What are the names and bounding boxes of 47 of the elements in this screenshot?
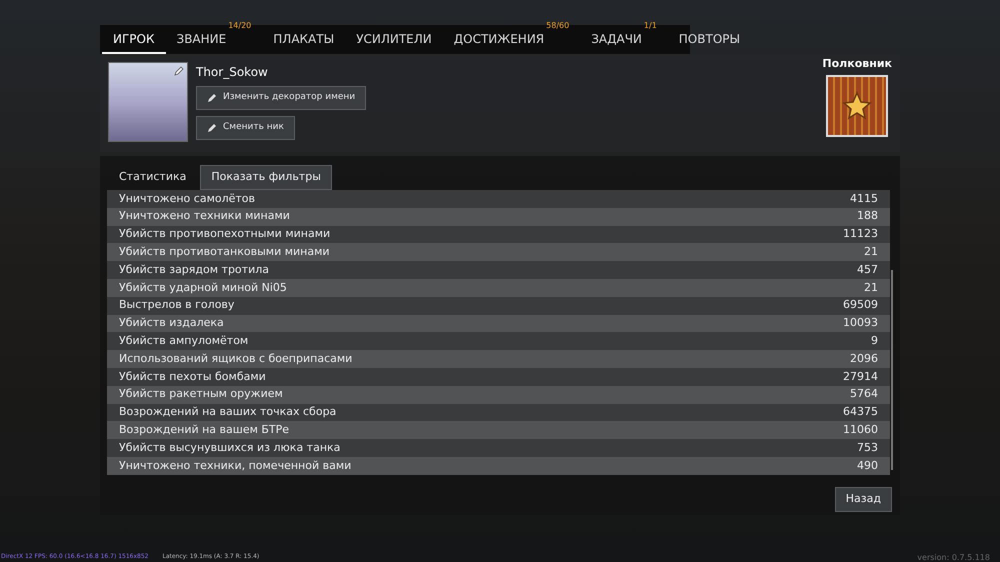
show-filters-button[interactable]: Показать фильтры [200,165,332,190]
stat-label: Возрождений на ваших точках сбора [119,404,336,420]
stat-label: Убийств зарядом тротила [119,262,269,278]
stat-label: Убийств ракетным оружием [119,386,283,402]
stat-label: Убийств противотанковыми минами [119,244,330,260]
stat-value: 11060 [843,422,878,438]
stat-value: 457 [857,262,878,278]
player-nickname: Thor_Sokow [196,64,269,80]
stats-title: Статистика [119,169,186,186]
stat-value: 64375 [843,404,878,420]
pencil-icon [174,66,184,76]
stat-label: Возрождений на вашем БТРе [119,422,290,438]
back-button[interactable]: Назад [834,486,892,512]
profile-action-button[interactable]: Сменить ник [196,116,295,140]
stat-label: Убийств ампуломётом [119,333,248,350]
tab[interactable]: ПОВТОРЫ [668,25,752,54]
stat-value: 188 [857,208,878,224]
stat-label: Использований ящиков с боеприпасами [119,350,352,367]
pencil-icon [207,123,217,133]
stat-label: Уничтожено техники минами [119,208,290,224]
stat-value: 753 [857,440,878,456]
stat-label: Убийств ударной миной Ni05 [119,280,287,296]
stat-label: Уничтожено самолётов [119,190,256,207]
stat-value: 69509 [843,297,878,314]
stat-value: 11123 [843,226,878,242]
stat-label: Выстрелов в голову [119,297,234,314]
stat-value: 21 [864,280,878,296]
stat-label: Уничтожено техники, помеченной вами [119,458,352,474]
stat-label: Убийств пехоты бомбами [119,368,266,385]
pencil-icon [207,93,217,103]
profile-action-button[interactable]: Изменить декоратор имени [196,86,366,110]
stat-value: 490 [857,458,878,474]
rank-title: Полковник [822,56,892,72]
tab[interactable]: ПЛАКАТЫ [262,25,346,54]
stat-value: 21 [864,244,878,260]
stat-label: Убийств противопехотными минами [119,226,330,242]
stat-label: Убийств высунувшихся из люка танка [119,440,340,456]
stat-value: 27914 [843,368,878,385]
rank-insignia-icon [826,74,888,136]
tab[interactable]: УСИЛИТЕЛИ [345,25,443,54]
version-label: version: 0.7.5.118 [917,552,990,562]
stat-value: 2096 [850,350,878,367]
stat-value: 4115 [850,190,878,207]
stat-value: 5764 [850,386,878,402]
stat-label: Убийств издалека [119,315,224,332]
stat-value: 9 [871,333,878,350]
stat-value: 10093 [843,315,878,332]
